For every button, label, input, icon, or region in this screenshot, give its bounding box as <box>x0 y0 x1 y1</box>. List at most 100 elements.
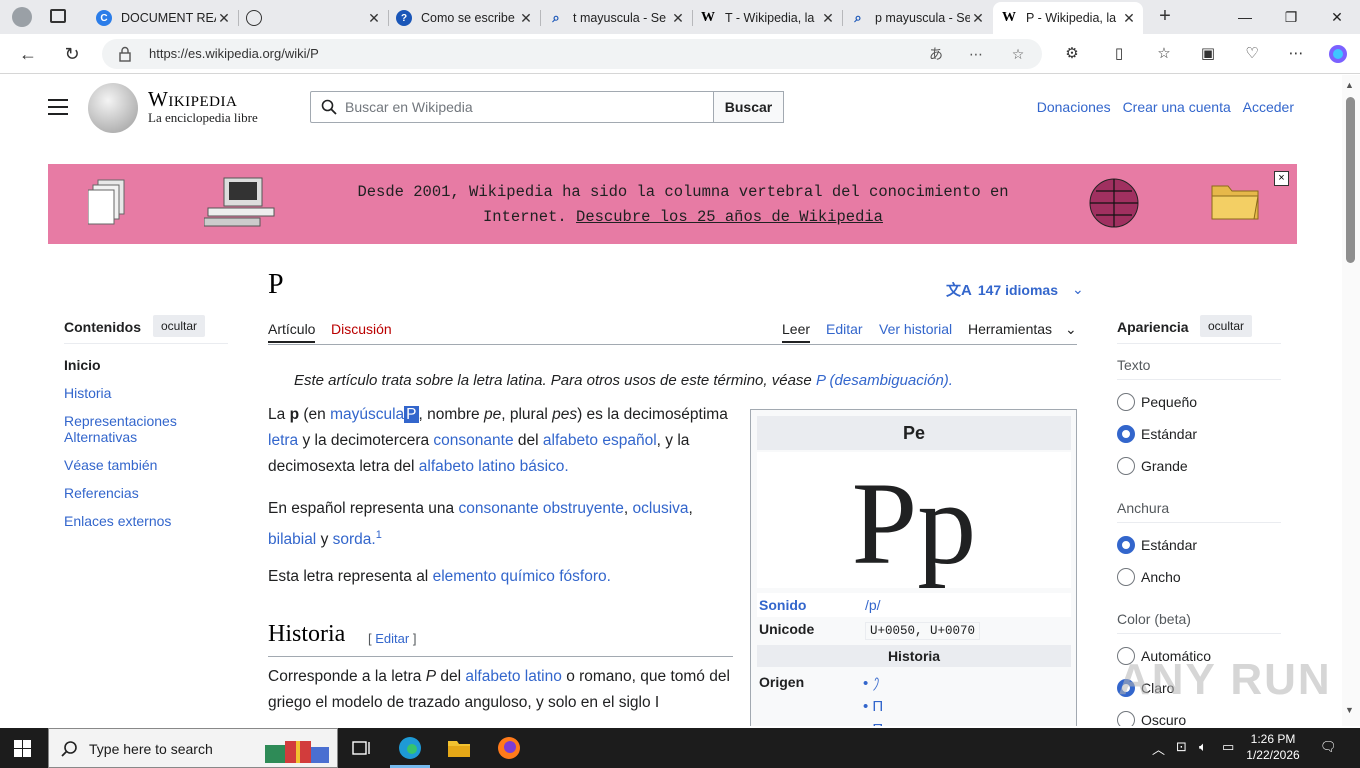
url-text[interactable]: https://es.wikipedia.org/wiki/P <box>149 46 319 61</box>
tab-t-wikipedia[interactable]: W T - Wikipedia, la ✕ <box>692 2 842 34</box>
new-tab-button[interactable]: + <box>1152 5 1178 29</box>
banner-link[interactable]: Descubre los 25 años de Wikipedia <box>576 208 883 226</box>
refresh-icon[interactable]: ↻ <box>57 40 87 68</box>
oclusiva-link[interactable]: oclusiva <box>633 500 689 517</box>
tools-menu[interactable]: Herramientas <box>968 321 1052 337</box>
split-screen-icon[interactable]: ▯ <box>1107 43 1131 65</box>
tab-talk[interactable]: Discusión <box>331 321 392 337</box>
toc-item-historia[interactable]: Historia <box>64 385 224 401</box>
radio-circle[interactable] <box>1117 568 1135 586</box>
lock-icon[interactable] <box>118 46 132 62</box>
alfabeto-latino-link[interactable]: alfabeto latino <box>465 668 562 685</box>
create-account-link[interactable]: Crear una cuenta <box>1123 99 1231 115</box>
tab-p-mayuscula[interactable]: ⌕ p mayuscula - Se ✕ <box>842 2 992 34</box>
chevron-down-icon[interactable]: ⌄ <box>1065 321 1077 338</box>
task-view-icon[interactable] <box>347 734 375 762</box>
radio-color-dark[interactable]: Oscuro <box>1117 711 1186 726</box>
tab-globe[interactable]: ✕ <box>238 2 388 34</box>
copilot-icon[interactable] <box>1326 43 1350 65</box>
windows-start-icon[interactable] <box>14 740 31 757</box>
mayuscula-link[interactable]: mayúscula <box>330 406 404 423</box>
radio-width-wide[interactable]: Ancho <box>1117 568 1181 586</box>
radio-circle[interactable] <box>1117 425 1135 443</box>
tab-read[interactable]: Leer <box>782 321 811 343</box>
disambiguation-link[interactable]: P (desambiguación). <box>816 372 953 389</box>
radio-circle[interactable] <box>1117 457 1135 475</box>
close-tab-icon[interactable]: ✕ <box>518 10 534 27</box>
firefox-icon[interactable] <box>495 734 523 762</box>
tab-edit[interactable]: Editar <box>826 321 863 337</box>
browser-essentials-icon[interactable]: ♡ <box>1240 43 1264 65</box>
scroll-down-icon[interactable]: ▼ <box>1345 705 1354 715</box>
language-button[interactable]: 文A 147 idiomas ⌄ <box>946 279 1084 300</box>
radio-text-large[interactable]: Grande <box>1117 457 1188 475</box>
donate-link[interactable]: Donaciones <box>1037 99 1111 115</box>
taskbar-search-box[interactable]: Type here to search <box>48 728 338 768</box>
more-tools-icon[interactable]: ⋯ <box>964 43 988 65</box>
close-tab-icon[interactable]: ✕ <box>820 10 836 27</box>
obstruyente-link[interactable]: consonante obstruyente <box>458 500 623 517</box>
origin-item[interactable]: • 𐤐 <box>863 675 880 692</box>
scroll-up-icon[interactable]: ▲ <box>1345 80 1354 90</box>
appearance-hide-button[interactable]: ocultar <box>1200 315 1253 337</box>
radio-circle[interactable] <box>1117 711 1135 726</box>
minimize-icon[interactable]: — <box>1222 0 1268 34</box>
favorite-star-icon[interactable]: ☆ <box>1006 43 1030 65</box>
profile-avatar-icon[interactable] <box>12 7 32 27</box>
tab-history[interactable]: Ver historial <box>879 321 952 337</box>
tab-p-wikipedia[interactable]: W P - Wikipedia, la ✕ <box>993 2 1143 34</box>
radio-circle[interactable] <box>1117 536 1135 554</box>
tab-actions-icon[interactable] <box>50 9 66 23</box>
search-box[interactable] <box>310 91 714 123</box>
volume-icon[interactable]: 🔈︎ <box>1199 739 1207 755</box>
wikipedia-wordmark[interactable]: Wikipedia <box>148 87 237 112</box>
radio-text-small[interactable]: Pequeño <box>1117 393 1197 411</box>
login-link[interactable]: Acceder <box>1243 99 1294 115</box>
radio-text-standard[interactable]: Estándar <box>1117 425 1197 443</box>
origin-item[interactable]: • Π <box>863 698 883 715</box>
sonido-link[interactable]: Sonido <box>759 597 806 613</box>
notifications-icon[interactable]: 🗨︎ <box>1320 739 1337 755</box>
tab-article[interactable]: Artículo <box>268 321 316 343</box>
search-input[interactable] <box>345 96 705 118</box>
close-banner-button[interactable]: × <box>1274 171 1289 186</box>
page-scrollbar[interactable]: ▲ ▼ <box>1342 75 1360 726</box>
radio-circle[interactable] <box>1117 393 1135 411</box>
network-icon[interactable]: ⊡ <box>1176 739 1187 755</box>
favorites-icon[interactable]: ☆ <box>1152 43 1176 65</box>
input-indicator-icon[interactable]: ▭ <box>1222 739 1234 755</box>
collections-icon[interactable]: ▣ <box>1196 43 1220 65</box>
tab-document-read[interactable]: C DOCUMENT READ ✕ <box>88 2 238 34</box>
address-bar[interactable]: https://es.wikipedia.org/wiki/P あ ⋯ ☆ <box>102 39 1042 69</box>
edge-icon[interactable] <box>396 734 424 762</box>
toc-item-representaciones[interactable]: Representaciones Alternativas <box>64 413 194 445</box>
close-tab-icon[interactable]: ✕ <box>216 10 232 27</box>
reference-1[interactable]: 1 <box>376 529 382 541</box>
alfabeto-latino-link[interactable]: alfabeto latino básico. <box>419 458 569 475</box>
extensions-icon[interactable]: ⚙ <box>1060 43 1084 65</box>
read-aloud-icon[interactable]: あ <box>924 43 948 65</box>
bilabial-link[interactable]: bilabial <box>268 531 316 548</box>
close-tab-icon[interactable]: ✕ <box>670 10 686 27</box>
toc-item-referencias[interactable]: Referencias <box>64 485 224 501</box>
letra-link[interactable]: letra <box>268 432 298 449</box>
toc-item-enlaces-externos[interactable]: Enlaces externos <box>64 513 224 529</box>
toc-hide-button[interactable]: ocultar <box>153 315 206 337</box>
sound-value[interactable]: /p/ <box>865 597 881 613</box>
letter-image[interactable]: Pp <box>757 452 1071 588</box>
toc-item-vease-tambien[interactable]: Véase también <box>64 457 224 473</box>
file-explorer-icon[interactable] <box>445 734 473 762</box>
toc-item-inicio[interactable]: Inicio <box>64 357 224 373</box>
tab-como-se-escribe[interactable]: ? Como se escribe ✕ <box>388 2 540 34</box>
search-button[interactable]: Buscar <box>713 91 784 123</box>
scrollbar-thumb[interactable] <box>1346 97 1355 263</box>
main-menu-icon[interactable] <box>48 99 68 120</box>
origin-item[interactable]: • Π <box>863 721 883 726</box>
radio-width-standard[interactable]: Estándar <box>1117 536 1197 554</box>
show-hidden-icons[interactable]: ︿ <box>1152 739 1165 758</box>
close-tab-icon[interactable]: ✕ <box>366 10 382 27</box>
fosforo-link[interactable]: elemento químico fósforo. <box>433 568 611 585</box>
wikipedia-logo[interactable] <box>88 83 138 133</box>
restore-icon[interactable]: ❐ <box>1268 0 1314 34</box>
back-icon[interactable]: ← <box>13 40 43 68</box>
